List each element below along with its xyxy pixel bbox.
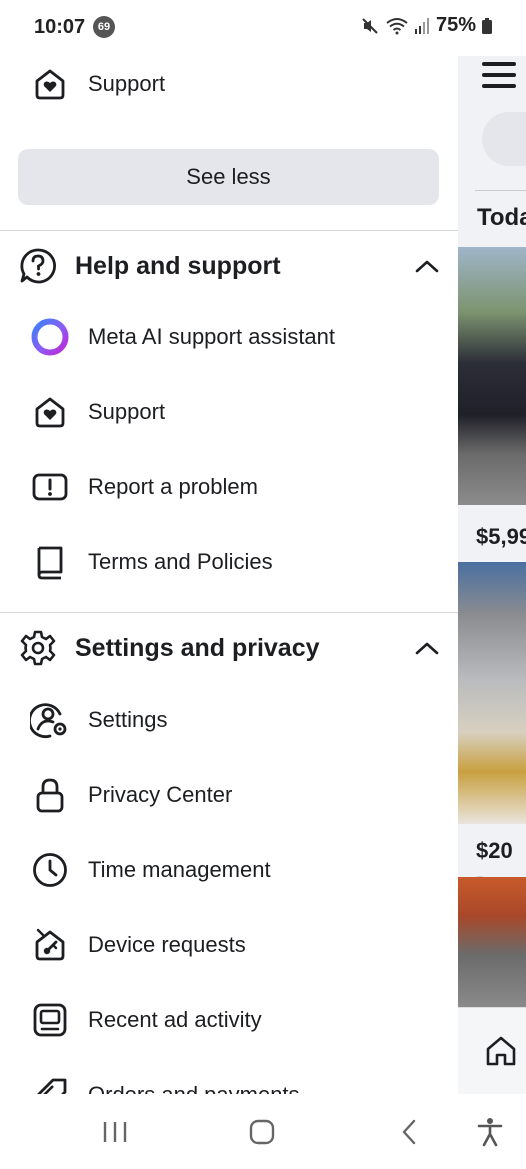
- menu-item-label: Device requests: [88, 932, 246, 957]
- alert-box-icon: [30, 467, 70, 507]
- chevron-up-icon[interactable]: [412, 633, 442, 663]
- lock-icon: [30, 775, 70, 815]
- status-time: 10:07: [34, 16, 86, 38]
- section-title: Settings and privacy: [75, 633, 320, 662]
- background-feed: Toda $5,99 $20 -: [458, 42, 526, 1094]
- status-bar: 10:07 69 75%: [0, 0, 526, 56]
- home-tab-icon: [486, 1036, 516, 1066]
- see-less-button[interactable]: See less: [18, 149, 439, 205]
- menu-item-meta-ai-support[interactable]: Meta AI support assistant: [0, 302, 458, 372]
- book-icon: [30, 542, 70, 582]
- menu-icon: [482, 62, 516, 88]
- menu-item-label: Support: [88, 71, 166, 96]
- user-gear-icon: [30, 700, 70, 740]
- menu-item-settings[interactable]: Settings: [0, 685, 458, 755]
- feed-section-label: Toda: [477, 204, 526, 231]
- home-button-icon[interactable]: [242, 1114, 282, 1150]
- feed-header: [458, 42, 526, 192]
- menu-item-label: Meta AI support assistant: [88, 324, 336, 349]
- listing-image-microwave: [458, 562, 526, 824]
- menu-item-support-top[interactable]: Support: [0, 56, 458, 119]
- listing-image-car: [458, 247, 526, 505]
- signal-icon: [414, 17, 429, 34]
- menu-item-label: Recent ad activity: [88, 1007, 262, 1032]
- section-title: Help and support: [75, 251, 281, 280]
- menu-item-label: Support: [88, 399, 166, 424]
- menu-item-label: Orders and payments: [88, 1082, 300, 1094]
- menu-item-time-management[interactable]: Time management: [0, 835, 458, 905]
- battery-level: 75%: [435, 14, 476, 36]
- listing-price: $5,99: [476, 524, 526, 549]
- menu-item-support[interactable]: Support: [0, 377, 458, 447]
- recent-apps-icon[interactable]: [95, 1114, 135, 1150]
- tag-icon: [30, 1075, 70, 1094]
- question-bubble-icon: [18, 246, 58, 286]
- chevron-up-icon[interactable]: [412, 251, 442, 281]
- home-key-icon: [30, 925, 70, 965]
- back-icon[interactable]: [389, 1114, 429, 1150]
- help-and-support-header[interactable]: Help and support: [0, 230, 458, 302]
- menu-item-label: Report a problem: [88, 474, 258, 499]
- menu-item-device-requests[interactable]: Device requests: [0, 910, 458, 980]
- status-indicators: 75%: [360, 14, 492, 37]
- menu-item-privacy-center[interactable]: Privacy Center: [0, 760, 458, 830]
- menu-item-label: Settings: [88, 707, 168, 732]
- heart-home-icon: [30, 64, 70, 104]
- heart-home-icon: [30, 392, 70, 432]
- menu-item-recent-ad-activity[interactable]: Recent ad activity: [0, 985, 458, 1055]
- bottom-tab-bar: [458, 1007, 526, 1094]
- menu-item-orders-payments[interactable]: Orders and payments: [0, 1060, 458, 1094]
- mute-icon: [362, 17, 378, 34]
- menu-item-terms-policies[interactable]: Terms and Policies: [0, 527, 458, 597]
- header-divider: [475, 190, 526, 191]
- settings-drawer: Support See less Help and support Meta A…: [0, 56, 458, 1094]
- menu-item-label: Privacy Center: [88, 782, 233, 807]
- search-pill: [482, 112, 526, 166]
- battery-icon: [482, 17, 492, 34]
- notification-count-badge: 69: [93, 16, 115, 38]
- menu-item-report-problem[interactable]: Report a problem: [0, 452, 458, 522]
- gear-icon: [18, 628, 58, 668]
- settings-and-privacy-header[interactable]: Settings and privacy: [0, 612, 458, 684]
- menu-item-label: Terms and Policies: [88, 549, 273, 574]
- clock-icon: [30, 850, 70, 890]
- meta-ai-ring-icon: [30, 317, 70, 357]
- system-nav-bar: [0, 1094, 526, 1169]
- menu-item-label: Time management: [88, 857, 271, 882]
- ad-screen-icon: [30, 1000, 70, 1040]
- wifi-icon: [386, 17, 408, 34]
- accessibility-icon[interactable]: [470, 1114, 510, 1150]
- listing-image-third: [458, 877, 526, 1007]
